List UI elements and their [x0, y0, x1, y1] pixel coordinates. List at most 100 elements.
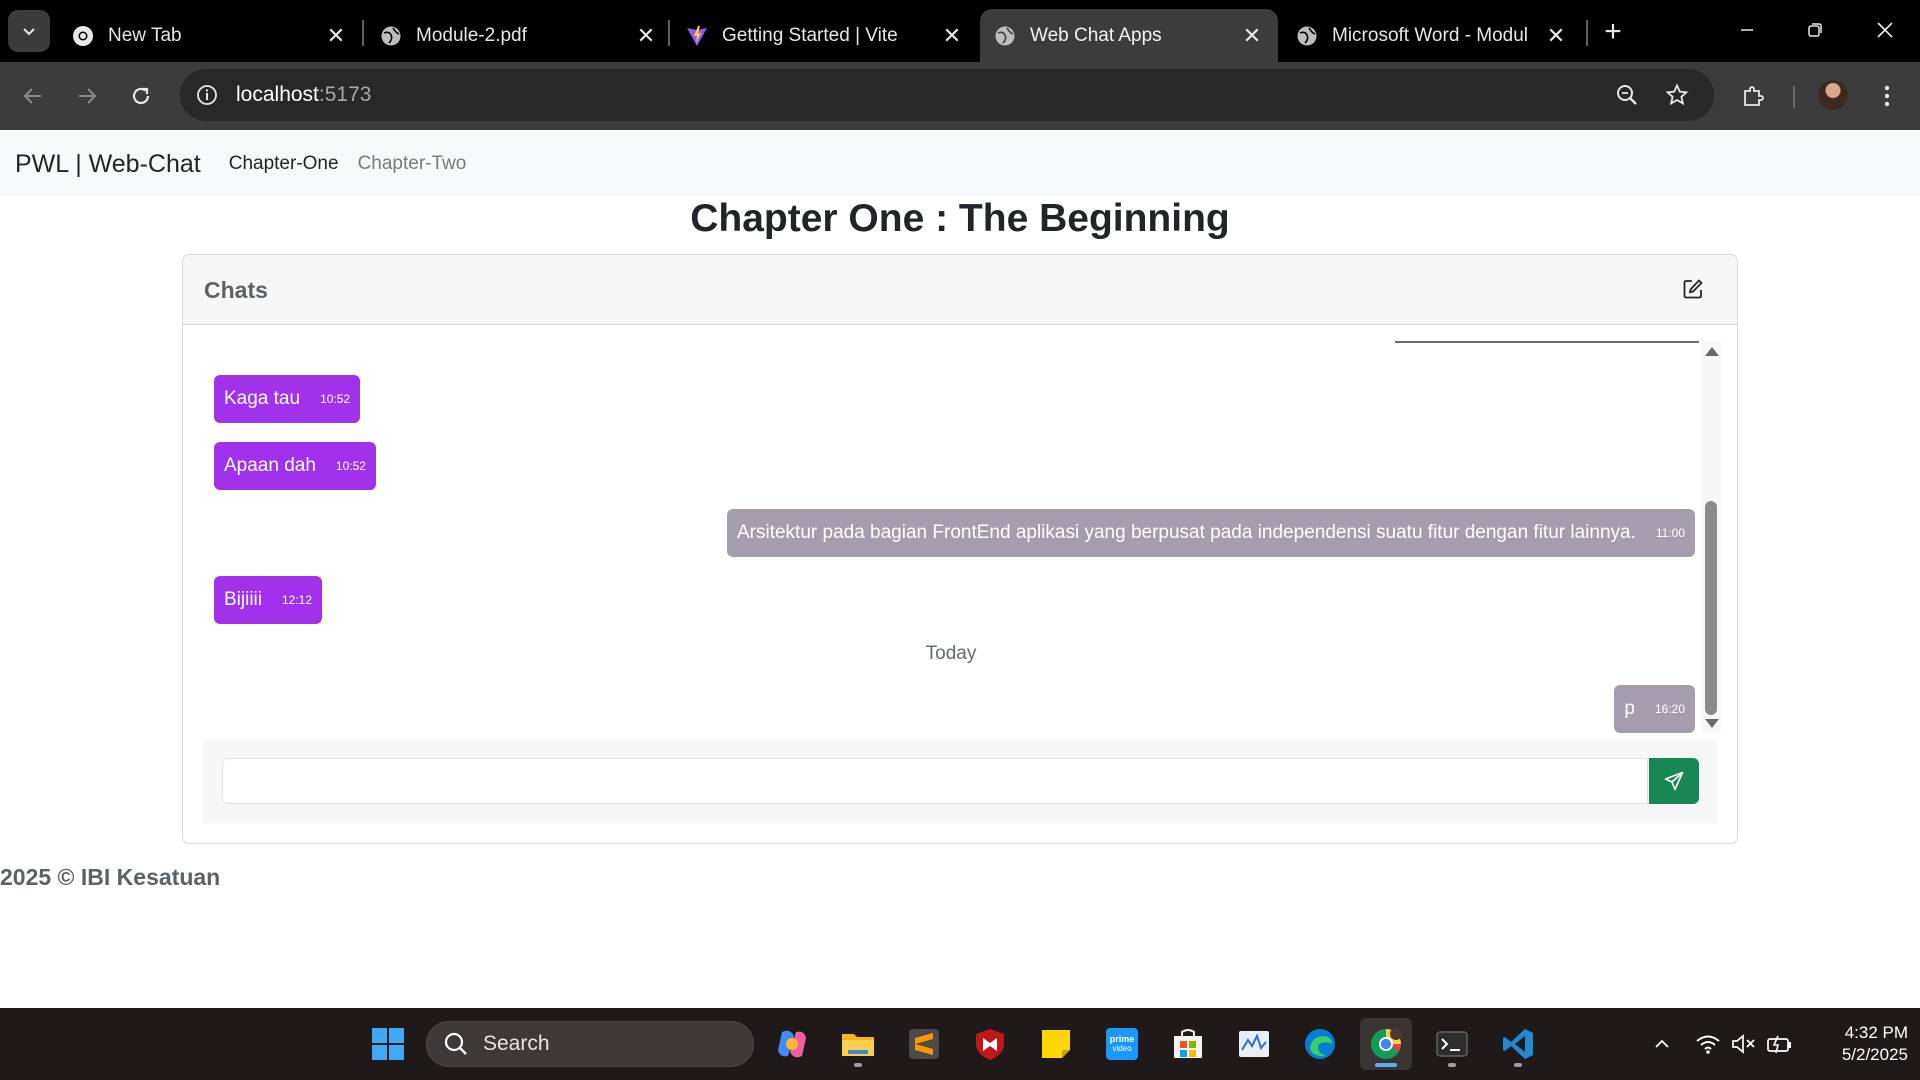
browser-toolbar: localhost:5173: [0, 62, 1920, 130]
profile-avatar[interactable]: [1818, 80, 1848, 110]
tab-microsoft-word-modul[interactable]: Microsoft Word - Modul ✕: [1282, 9, 1582, 62]
close-tab-icon[interactable]: ✕: [1544, 23, 1568, 48]
scrolled-message-edge: [1395, 341, 1699, 343]
chrome-icon[interactable]: [1360, 1018, 1412, 1070]
taskbar-search[interactable]: Search: [426, 1021, 754, 1067]
show-hidden-icons-chevron-up-icon[interactable]: [1644, 1026, 1680, 1062]
message-text: Kaga tau: [224, 388, 301, 409]
sublime-text-icon[interactable]: [898, 1018, 950, 1070]
message-time: 11:00: [1655, 526, 1685, 540]
message-time: 10:52: [320, 392, 351, 406]
send-button[interactable]: [1649, 758, 1699, 804]
brand-link[interactable]: PWL | Web-Chat: [15, 150, 201, 179]
more-vertical-icon: [1884, 85, 1890, 107]
task-manager-icon[interactable]: [1228, 1018, 1280, 1070]
tab-getting-started-vite[interactable]: Getting Started | Vite ✕: [672, 9, 978, 62]
search-icon: [444, 1032, 467, 1055]
globe-icon: [380, 25, 402, 47]
chrome-icon: [72, 25, 94, 47]
chat-card-header: Chats: [183, 255, 1737, 325]
reload-icon: [132, 87, 150, 105]
clock-time: 4:32 PM: [1844, 1023, 1908, 1042]
message-bubble-outgoing: Arsitektur pada bagian FrontEnd aplikasi…: [726, 509, 1695, 557]
message-bubble-incoming: Kaga tau 10:52: [214, 375, 361, 423]
nav-link-chapter-one[interactable]: Chapter-One: [229, 153, 339, 175]
scroll-up-arrow-icon[interactable]: [1705, 347, 1719, 356]
arrow-right-icon: [79, 88, 97, 104]
running-indicator: [1514, 1063, 1522, 1067]
svg-text:prime: prime: [1110, 1034, 1135, 1044]
url-text: localhost:5173: [236, 83, 371, 107]
terminal-icon[interactable]: [1426, 1018, 1478, 1070]
mcafee-icon[interactable]: [964, 1018, 1016, 1070]
day-separator: Today: [925, 643, 977, 664]
compose-icon[interactable]: [1680, 276, 1706, 302]
close-icon: [1877, 22, 1893, 38]
message-text: Bijiiii: [224, 589, 262, 610]
tab-title: Microsoft Word - Modul: [1332, 24, 1529, 46]
globe-icon: [1296, 25, 1318, 47]
close-window-button[interactable]: [1856, 10, 1914, 50]
nav-link-chapter-two[interactable]: Chapter-Two: [358, 153, 467, 175]
sticky-notes-icon[interactable]: [1030, 1018, 1082, 1070]
url-port: :5173: [318, 83, 372, 106]
tab-title: Module-2.pdf: [416, 24, 527, 46]
message-bubble-incoming: Apaan dah 10:52: [214, 442, 376, 490]
close-tab-icon[interactable]: ✕: [1240, 23, 1264, 48]
browser-tab-strip: New Tab ✕ Module-2.pdf ✕ Getting Started…: [0, 0, 1920, 62]
zoom-icon[interactable]: [1612, 80, 1642, 110]
bookmark-star-icon[interactable]: [1662, 80, 1692, 110]
chevron-down-icon: [23, 28, 35, 36]
file-explorer-icon[interactable]: [832, 1018, 884, 1070]
tab-web-chat-apps[interactable]: Web Chat Apps ✕: [980, 9, 1278, 62]
close-tab-icon[interactable]: ✕: [634, 23, 658, 48]
message-time: 12:12: [282, 593, 313, 607]
message-input[interactable]: [222, 758, 1648, 804]
windows-start-icon[interactable]: [362, 1018, 414, 1070]
reload-button[interactable]: [120, 75, 162, 117]
plus-icon: +: [1604, 15, 1622, 48]
taskbar-clock[interactable]: 4:32 PM 5/2/2025: [1808, 1022, 1908, 1066]
message-text: p: [1624, 698, 1635, 719]
message-list[interactable]: Kaga tau 10:52 Apaan dah 10:52 Arsitektu…: [203, 341, 1699, 733]
tab-title: Getting Started | Vite: [722, 24, 898, 46]
page-title: Chapter One : The Beginning: [690, 197, 1230, 240]
forward-button[interactable]: [66, 75, 108, 117]
address-bar[interactable]: localhost:5173: [180, 69, 1714, 121]
message-scrollbar[interactable]: [1701, 341, 1721, 733]
menu-button[interactable]: [1866, 75, 1908, 117]
microsoft-store-icon[interactable]: [1162, 1018, 1214, 1070]
tab-divider: [362, 20, 364, 46]
tab-search-button[interactable]: [8, 10, 50, 52]
message-time: 16:20: [1654, 702, 1685, 716]
minimize-button[interactable]: [1718, 10, 1776, 50]
vscode-icon[interactable]: [1492, 1018, 1544, 1070]
taskbar-search-label: Search: [483, 1032, 550, 1055]
battery-icon[interactable]: [1762, 1026, 1798, 1062]
url-host: localhost: [236, 83, 319, 106]
send-icon: [1664, 771, 1684, 791]
scroll-down-arrow-icon[interactable]: [1705, 719, 1719, 728]
puzzle-icon: [1744, 86, 1764, 106]
copilot-icon[interactable]: [766, 1018, 818, 1070]
globe-icon: [994, 25, 1016, 47]
tab-new-tab[interactable]: New Tab ✕: [58, 9, 362, 62]
prime-video-icon[interactable]: prime video: [1096, 1018, 1148, 1070]
back-button[interactable]: [12, 75, 54, 117]
toolbar-divider: [1793, 86, 1795, 108]
tab-module-2-pdf[interactable]: Module-2.pdf ✕: [366, 9, 672, 62]
close-tab-icon[interactable]: ✕: [324, 23, 348, 48]
vite-icon: [686, 25, 708, 47]
scrollbar-thumb[interactable]: [1705, 501, 1717, 715]
restore-button[interactable]: [1786, 10, 1844, 50]
message-text: Arsitektur pada bagian FrontEnd aplikasi…: [736, 522, 1636, 543]
new-tab-button[interactable]: +: [1594, 14, 1632, 50]
volume-muted-icon[interactable]: [1726, 1026, 1762, 1062]
wifi-icon[interactable]: [1690, 1026, 1726, 1062]
edge-icon[interactable]: [1294, 1018, 1346, 1070]
extensions-button[interactable]: [1732, 75, 1774, 117]
page-footer: 2025 © IBI Kesatuan: [0, 864, 221, 890]
tab-divider: [1586, 20, 1588, 46]
close-tab-icon[interactable]: ✕: [940, 23, 964, 48]
site-info-icon[interactable]: [192, 80, 222, 110]
